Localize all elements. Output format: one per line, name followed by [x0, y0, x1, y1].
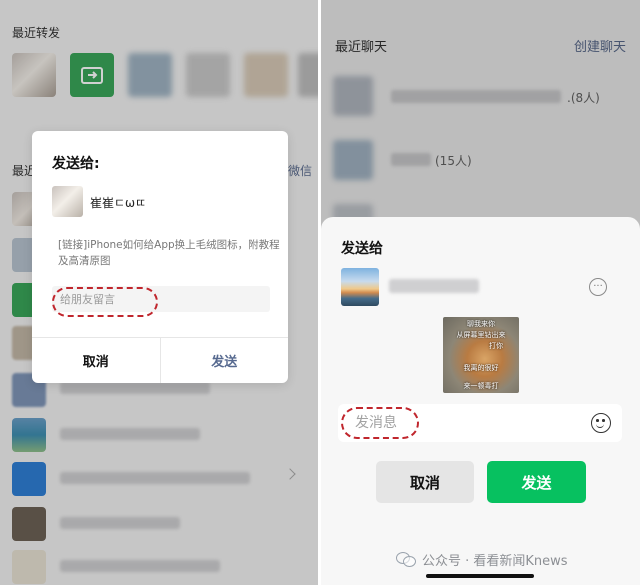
send-button[interactable]: 发送: [487, 461, 586, 503]
message-input[interactable]: [355, 404, 585, 442]
home-indicator: [426, 574, 534, 578]
sticker-caption: 打你: [489, 342, 503, 350]
watermark: 公众号 · 看看新闻Knews: [396, 548, 568, 570]
dialog-button-row: 取消 发送: [32, 337, 288, 383]
shared-link-preview: [链接]iPhone如何给App换上毛绒图标，附教程及高清原图: [58, 239, 280, 267]
blurred-recipient-name: [389, 279, 479, 293]
sticker-image: 聊我来你 从屏幕里钻出来 打你 我离的很好 来一顿毒打: [443, 317, 519, 393]
message-box: [338, 404, 622, 442]
sticker-caption: 来一顿毒打: [463, 382, 499, 390]
sheet-title: 发送给: [341, 241, 383, 257]
recipient-name: 崔崔ㄷωㄸ: [90, 196, 147, 210]
sticker-caption: 从屏幕里钻出来: [456, 331, 506, 339]
right-share-screen: 最近聊天 创建聊天 .(8人) (15人) 发送给 ··· 聊我来你 从屏幕里钻…: [321, 0, 640, 585]
left-share-screen: 最近转发 最近 微信 发送给: 崔崔ㄷωㄸ [链接]iPhone如何给App换上…: [0, 0, 318, 585]
cancel-button[interactable]: 取消: [376, 461, 474, 503]
dialog-title: 发送给:: [52, 156, 100, 172]
wechat-official-account-icon: [396, 550, 416, 568]
sticker-caption: 聊我来你: [467, 320, 495, 328]
panel-divider: [318, 0, 321, 585]
recipient-avatar: [52, 186, 83, 217]
send-button[interactable]: 发送: [161, 338, 289, 383]
send-to-sheet: 发送给 ··· 聊我来你 从屏幕里钻出来 打你 我离的很好 来一顿毒打 取消 发…: [321, 217, 640, 585]
sticker-caption: 我离的很好: [463, 364, 499, 372]
recipient-avatar: [341, 268, 379, 306]
message-input[interactable]: [52, 286, 270, 312]
emoji-icon[interactable]: [591, 413, 611, 433]
watermark-text: 公众号 · 看看新闻Knews: [422, 553, 568, 569]
more-options-icon[interactable]: ···: [589, 278, 607, 296]
cancel-button[interactable]: 取消: [32, 338, 161, 383]
send-to-dialog: 发送给: 崔崔ㄷωㄸ [链接]iPhone如何给App换上毛绒图标，附教程及高清…: [32, 131, 288, 383]
